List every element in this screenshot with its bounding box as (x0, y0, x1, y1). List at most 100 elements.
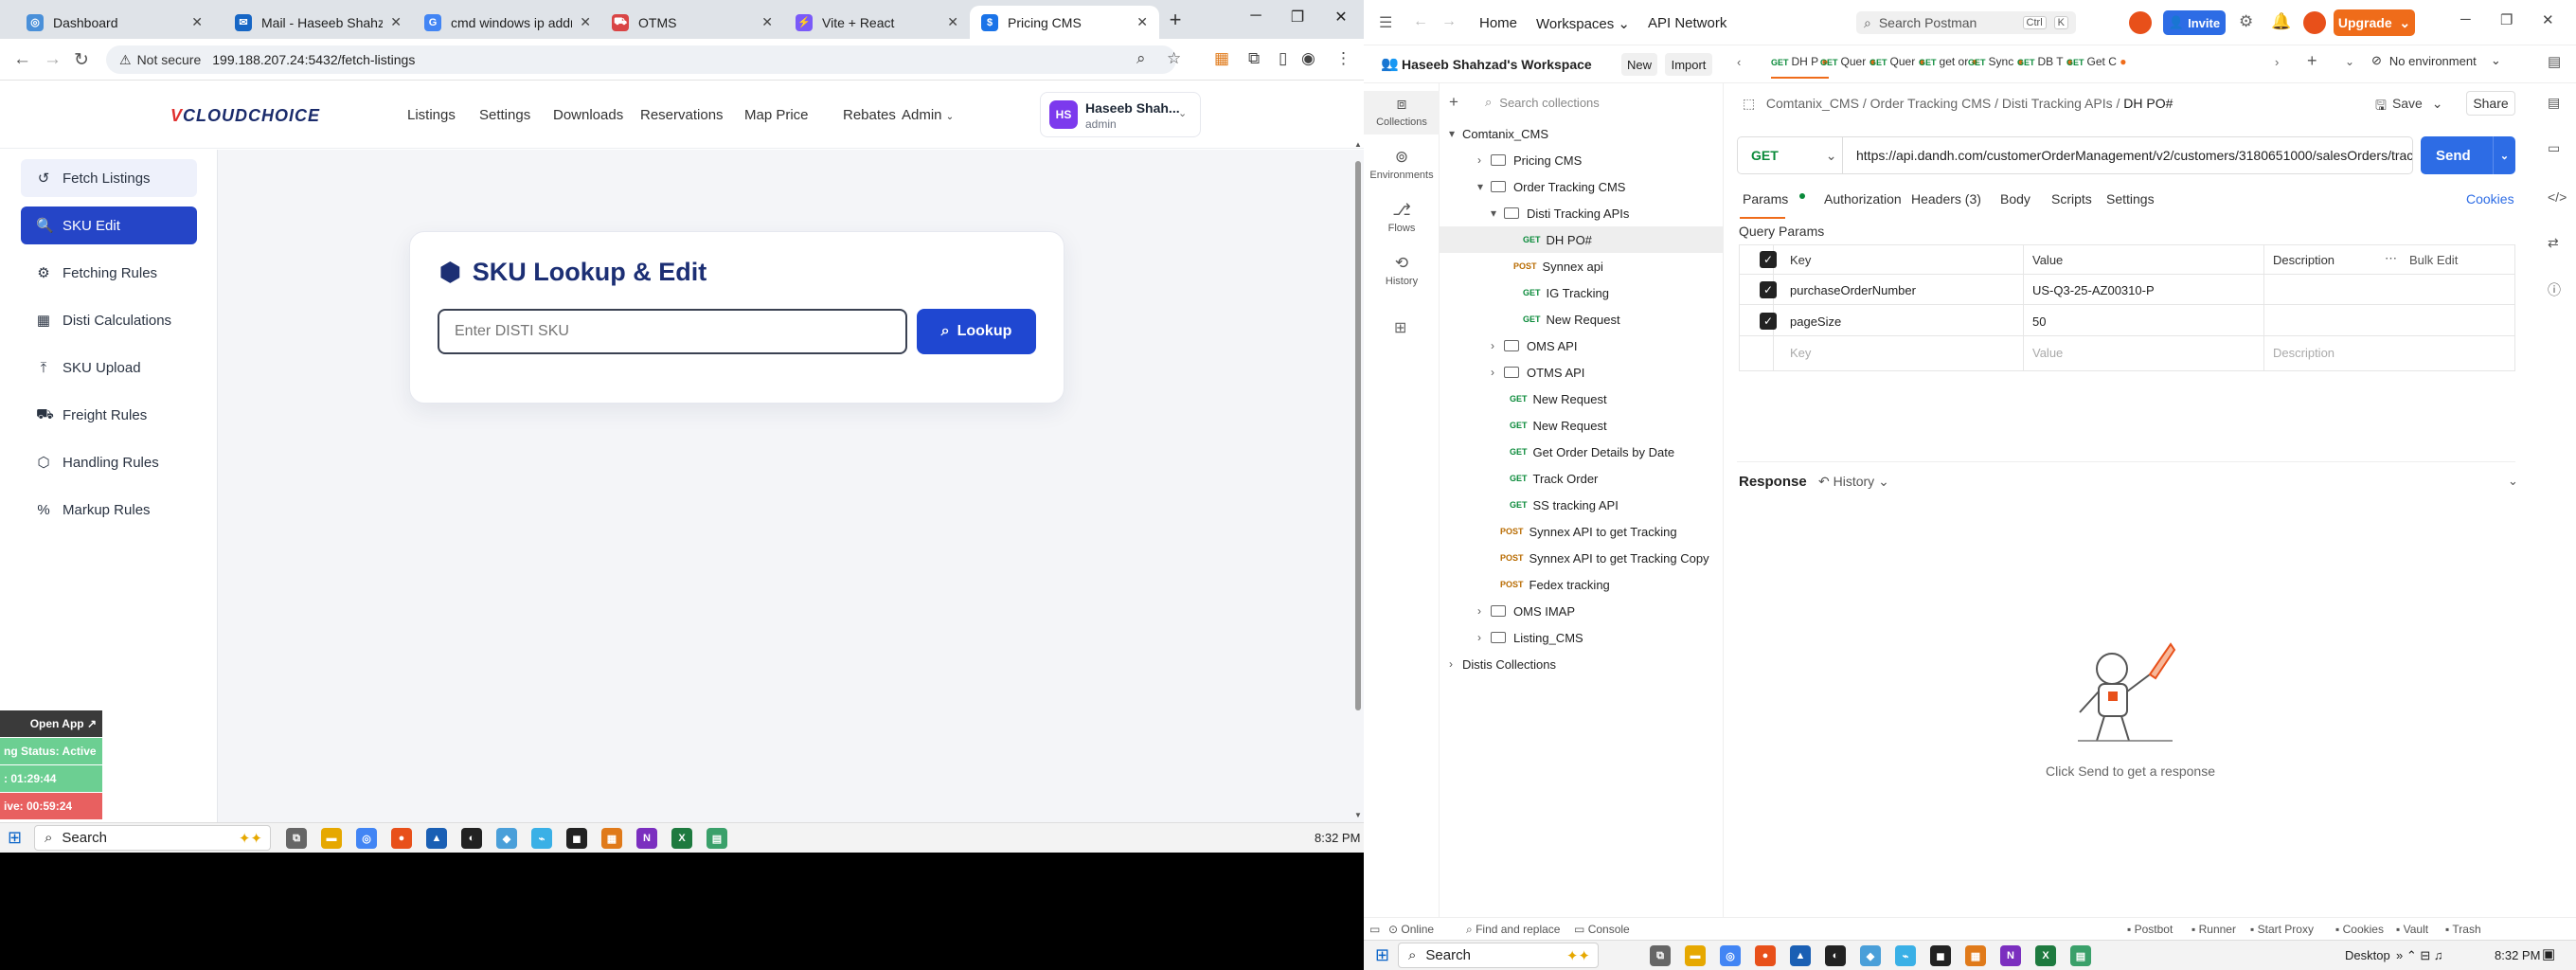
taskbar-app-icon[interactable]: ● (391, 828, 412, 849)
browser-tab[interactable]: ⛟ OTMS ✕ (600, 6, 784, 39)
footer-find-and-replace[interactable]: ⌕ Find and replace (1466, 923, 1560, 937)
chevron-icon[interactable]: › (1449, 657, 1462, 671)
taskbar-app-icon[interactable]: ◐ (461, 828, 482, 849)
taskbar-app-icon[interactable]: ▦ (601, 828, 622, 849)
zoom-icon[interactable]: ⌕ (1136, 49, 1146, 68)
tree-item[interactable]: POST Synnex api (1440, 253, 1724, 279)
import-button[interactable]: Import (1665, 53, 1712, 76)
tab-authorization[interactable]: Authorization (1824, 191, 1902, 207)
postman-logo-icon[interactable] (2129, 11, 2152, 34)
notification-center-icon[interactable]: ▣ (2542, 945, 2555, 962)
profile-icon[interactable]: ◉ (1301, 49, 1315, 68)
sidepanel-icon[interactable]: ▯ (1279, 49, 1287, 68)
chevron-icon[interactable]: › (1477, 604, 1491, 618)
extension-grid-icon[interactable]: ▦ (1214, 49, 1229, 68)
chevron-icon[interactable]: ▾ (1449, 127, 1462, 140)
browser-tab[interactable]: $ Pricing CMS ✕ (970, 6, 1159, 39)
collapse-icon[interactable]: ⌄ (2508, 474, 2518, 489)
tree-item[interactable]: GET DH PO# (1440, 226, 1724, 253)
tray-icons[interactable]: » ⌃ ⊟ ♫ (2396, 948, 2443, 963)
sidebar-item-sku-edit[interactable]: 🔍 SKU Edit (21, 207, 197, 244)
tree-item[interactable]: › Pricing CMS (1440, 147, 1724, 173)
tabs-left-icon[interactable]: ‹ (1737, 55, 1741, 69)
windows-start-icon[interactable]: ⊞ (1375, 945, 1389, 965)
browser-menu-icon[interactable]: ⋮ (1335, 49, 1351, 68)
rail-environments[interactable]: ⊚ Environments (1364, 144, 1440, 188)
windows-start-icon[interactable]: ⊞ (8, 828, 22, 848)
scroll-up-icon[interactable]: ▲ (1354, 140, 1362, 149)
tabs-right-icon[interactable]: › (2275, 55, 2279, 69)
right-rail-icon[interactable]: ▤ (2548, 53, 2561, 70)
taskbar-app-icon[interactable]: ⧉ (286, 828, 307, 849)
url-input[interactable]: https://api.dandh.com/customerOrderManag… (1843, 136, 2413, 174)
close-window-icon[interactable]: ✕ (1322, 8, 1360, 32)
taskbar-app-icon[interactable]: X (2035, 945, 2056, 966)
tree-item[interactable]: GET Get Order Details by Date (1440, 439, 1724, 465)
tab-body[interactable]: Body (2000, 191, 2030, 207)
send-button[interactable]: Send ⌄ (2421, 136, 2515, 174)
tree-item[interactable]: › OTMS API (1440, 359, 1724, 386)
nav-api-network[interactable]: API Network (1648, 15, 1726, 31)
param-key[interactable]: pageSize (1790, 314, 1841, 329)
new-request-tab-icon[interactable]: + (2307, 51, 2317, 71)
notifications-icon[interactable]: 🔔 (2271, 12, 2291, 31)
minimize-icon[interactable]: ─ (1237, 8, 1275, 32)
new-description-input[interactable]: Description (2273, 346, 2334, 360)
close-window-icon[interactable]: ✕ (2542, 11, 2554, 28)
scroll-down-icon[interactable]: ▼ (1354, 811, 1362, 819)
taskbar-app-icon[interactable]: ▲ (426, 828, 447, 849)
taskbar-app-icon[interactable]: ◼ (566, 828, 587, 849)
tree-item[interactable]: ▾ Order Tracking CMS (1440, 173, 1724, 200)
hamburger-icon[interactable]: ☰ (1379, 13, 1392, 32)
request-tab[interactable]: GET Quer ● (1869, 55, 1925, 68)
close-tab-icon[interactable]: ✕ (191, 14, 203, 30)
taskbar-app-icon[interactable]: ▬ (1685, 945, 1706, 966)
nav-map-price[interactable]: Map Price (744, 107, 809, 123)
select-all-checkbox[interactable]: ✓ (1760, 251, 1777, 268)
taskbar-app-icon[interactable]: ▲ (1790, 945, 1811, 966)
taskbar-app-icon[interactable]: ◆ (496, 828, 517, 849)
request-tab[interactable]: GET Sync ● (1968, 55, 2024, 68)
workspace-name[interactable]: Haseeb Shahzad's Workspace (1402, 57, 1592, 72)
desktop-label[interactable]: Desktop (2345, 948, 2390, 962)
new-key-input[interactable]: Key (1790, 346, 1811, 360)
tree-item[interactable]: › Distis Collections (1440, 651, 1724, 677)
taskbar-app-icon[interactable]: ◎ (1720, 945, 1741, 966)
method-select[interactable]: GET ⌄ (1737, 136, 1843, 174)
omnibox[interactable]: ⚠ Not secure 199.188.207.24:5432/fetch-li… (106, 45, 1176, 74)
taskbar-app-icon[interactable]: ◎ (356, 828, 377, 849)
request-tab[interactable]: GET Get C ● (2066, 55, 2126, 68)
rail-flows[interactable]: ⎇ Flows (1364, 197, 1440, 241)
param-key[interactable]: purchaseOrderNumber (1790, 283, 1916, 297)
param-value[interactable]: 50 (2032, 314, 2046, 329)
taskbar-app-icon[interactable]: ◼ (1930, 945, 1951, 966)
more-icon[interactable]: ⋯ (2385, 251, 2397, 266)
not-secure-badge[interactable]: ⚠ Not secure (119, 52, 201, 68)
restore-icon[interactable]: ❐ (1279, 8, 1316, 32)
taskbar-app-icon[interactable]: N (636, 828, 657, 849)
tab-params[interactable]: Params (1743, 191, 1788, 207)
tree-item[interactable]: GET SS tracking API (1440, 492, 1724, 518)
restore-icon[interactable]: ❐ (2500, 11, 2513, 28)
tab-settings[interactable]: Settings (2106, 191, 2155, 207)
nav-downloads[interactable]: Downloads (553, 107, 623, 123)
footer-console[interactable]: ▭ Console (1574, 923, 1630, 936)
browser-tab[interactable]: ◎ Dashboard ✕ (15, 6, 214, 39)
upgrade-button[interactable]: Upgrade ⌄ (2334, 9, 2415, 36)
sidebar-item-disti-calculations[interactable]: ▦ Disti Calculations (21, 301, 197, 339)
sku-input[interactable] (438, 309, 907, 354)
taskbar-search[interactable]: ⌕ Search ✦✦ (34, 825, 271, 851)
avatar[interactable] (2303, 11, 2326, 34)
reload-icon[interactable]: ↻ (74, 49, 89, 71)
request-tab[interactable]: GET Quer ● (1820, 55, 1876, 68)
footer-start-proxy[interactable]: ▪ Start Proxy (2250, 923, 2314, 936)
close-tab-icon[interactable]: ✕ (580, 14, 591, 30)
settings-icon[interactable]: ⚙ (2239, 12, 2253, 31)
related-icon[interactable]: ⇄ (2548, 235, 2559, 251)
browser-tab[interactable]: G cmd windows ip addres ✕ (413, 6, 602, 39)
tree-item[interactable]: POST Synnex API to get Tracking Copy (1440, 545, 1724, 571)
taskbar-app-icon[interactable]: ● (1755, 945, 1776, 966)
footer-cookies[interactable]: ▪ Cookies (2335, 923, 2384, 936)
chevron-down-icon[interactable]: ⌄ (2493, 136, 2515, 174)
taskbar-app-icon[interactable]: ▤ (707, 828, 727, 849)
